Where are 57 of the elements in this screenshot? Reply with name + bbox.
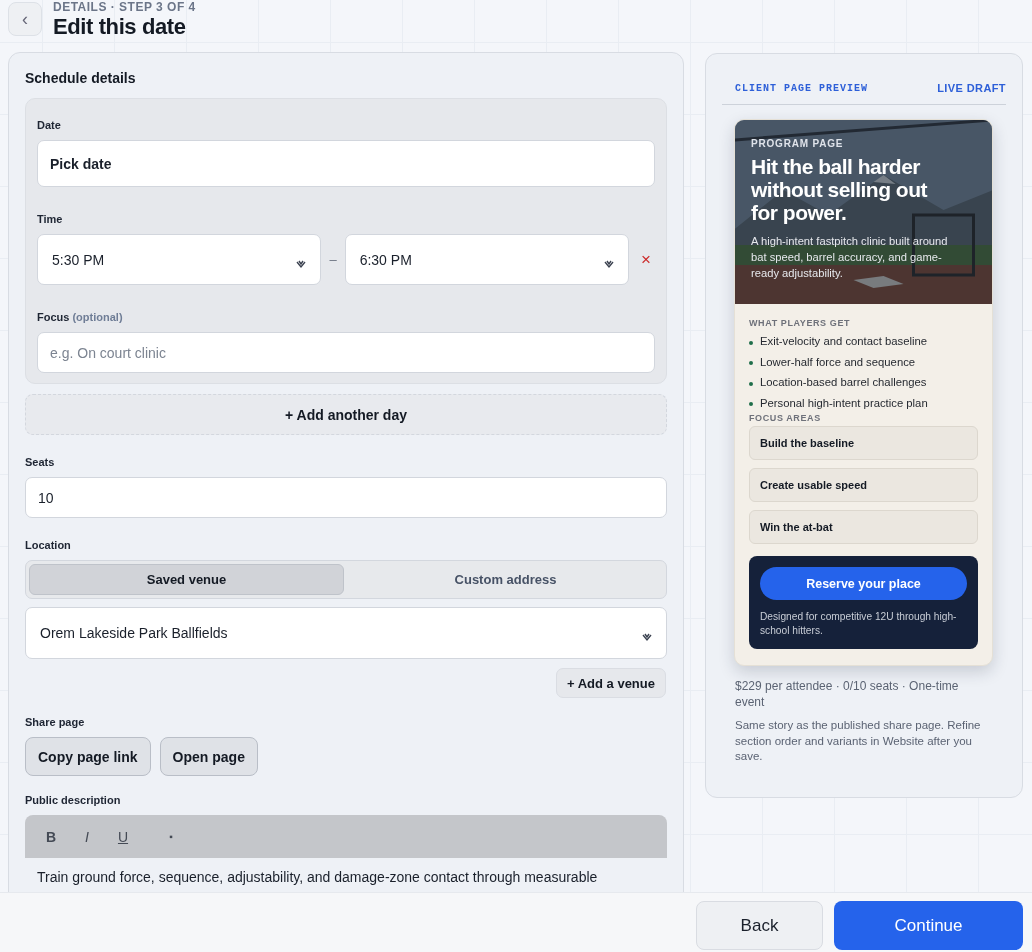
benefit-text: Location-based barrel challenges xyxy=(760,376,927,389)
field-label: Location xyxy=(25,539,72,551)
time-select[interactable]: 5:30 PM xyxy=(37,234,322,285)
field-label: Focus (optional) xyxy=(37,311,124,323)
venue-select[interactable]: Orem Lakeside Park Ballfields xyxy=(25,607,667,659)
field-label: Share page xyxy=(25,716,86,728)
preview-label: CLIENT PAGE PREVIEW xyxy=(735,82,869,94)
focus-area: Create usable speed xyxy=(749,468,978,502)
focus-area: Build the baseline xyxy=(749,426,978,460)
bullet-icon xyxy=(749,381,753,386)
italic-button[interactable]: I xyxy=(71,822,103,851)
remove-button[interactable]: × xyxy=(637,249,655,270)
focus-field[interactable]: e.g. On court clinic xyxy=(37,332,655,373)
step-label: DETAILS · STEP 3 OF 4 xyxy=(53,0,196,14)
share-button[interactable]: Copy page link xyxy=(25,737,151,776)
reserve-button[interactable]: Reserve your place xyxy=(760,567,967,600)
continue-button[interactable]: Continue xyxy=(834,901,1023,950)
hero-subtitle: A high-intent fastpitch clinic built around bat speed, barrel accuracy, and game-ready adjustability. xyxy=(751,234,949,281)
price-summary: $229 per attendee · 0/10 seats · One-time event xyxy=(735,678,960,710)
eyebrow-label: PROGRAM PAGE xyxy=(751,138,845,149)
back-button[interactable]: ‹ xyxy=(8,2,42,36)
share-button[interactable]: Open page xyxy=(159,737,258,776)
benefit-text: Personal high-intent practice plan xyxy=(760,396,928,409)
benefit-text: Exit-velocity and contact baseline xyxy=(760,335,928,348)
add-day-button[interactable]: + Add another day xyxy=(25,394,667,435)
bold-button[interactable]: B xyxy=(35,822,67,851)
status-label: LIVE DRAFT xyxy=(937,82,1006,94)
location-tab[interactable]: Saved venue xyxy=(29,564,344,595)
underline-button[interactable]: U xyxy=(107,822,139,851)
page-title: Edit this date xyxy=(53,14,187,40)
field-label: Date xyxy=(37,119,62,131)
date-field[interactable]: Pick date xyxy=(37,140,655,187)
section-caption: FOCUS AREAS xyxy=(749,413,822,423)
field-label: Time xyxy=(37,213,64,225)
field-label: Seats xyxy=(25,456,56,468)
focus-area: Win the at-bat xyxy=(749,510,978,544)
time-select[interactable]: 6:30 PM xyxy=(344,234,630,285)
bullet-icon xyxy=(749,402,753,407)
cta-note: Designed for competitive 12U through high-school hitters. xyxy=(760,610,958,638)
benefit-text: Lower-half force and sequence xyxy=(760,355,916,368)
chevron-icon xyxy=(296,258,307,269)
add-venue-button[interactable]: + Add a venue xyxy=(555,668,666,698)
chevron-icon xyxy=(642,632,652,642)
time-separator: – xyxy=(329,252,337,267)
hero-title: Hit the ball harder without selling out for power. xyxy=(751,155,929,224)
chevron-icon xyxy=(604,258,615,269)
bullet-icon xyxy=(749,340,753,345)
seats-field[interactable]: 10 xyxy=(25,477,667,518)
bullet-icon xyxy=(749,361,753,366)
bullet-button[interactable]: ▪ xyxy=(155,822,187,851)
location-tab[interactable]: Custom address xyxy=(348,564,663,595)
field-label: Public description xyxy=(25,794,122,806)
back-button[interactable]: Back xyxy=(696,901,823,950)
section-caption: WHAT PLAYERS GET xyxy=(749,318,852,328)
description-text: Train ground force, sequence, adjustability, and damage-zone contact through measurable xyxy=(36,868,599,887)
section-title: Schedule details xyxy=(25,70,137,86)
preview-note: Same story as the published share page. Refine section order and variants in Website after you save. xyxy=(735,718,982,764)
